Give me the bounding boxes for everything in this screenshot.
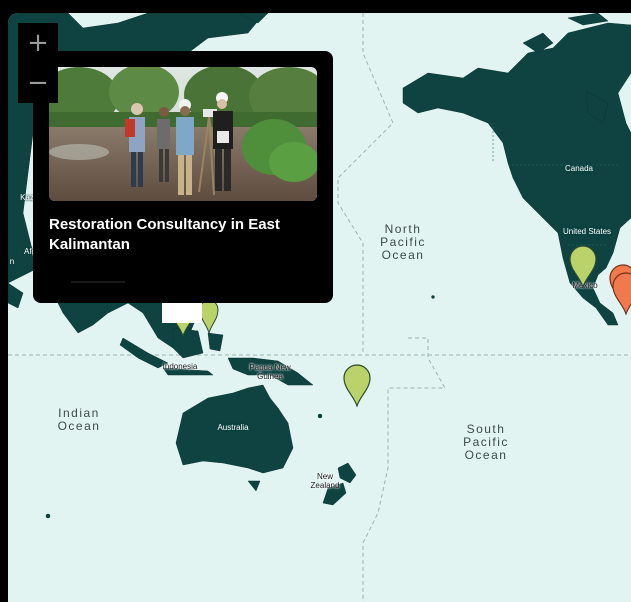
- map-marker-green[interactable]: [568, 244, 598, 288]
- country-label-indonesia: Indonesia: [162, 362, 198, 371]
- zoom-in-button[interactable]: +: [18, 23, 58, 63]
- country-label-australia: Australia: [217, 423, 249, 432]
- popup-tail: [162, 303, 202, 323]
- app-frame: North Pacific Ocean South Pacific Ocean …: [0, 0, 631, 602]
- ocean-label-south-pacific: South Pacific Ocean: [463, 422, 509, 462]
- country-label-united-states: United States: [562, 227, 612, 236]
- zoom-control: + −: [18, 23, 58, 103]
- popup-title[interactable]: Restoration Consultancy in East Kalimant…: [49, 215, 309, 255]
- field-survey-photo: [49, 67, 317, 201]
- ocean-label-north-pacific: North Pacific Ocean: [380, 222, 426, 262]
- country-label-n: n: [9, 257, 15, 266]
- zoom-out-button[interactable]: −: [18, 63, 58, 103]
- country-label-new-zealand: New Zealand: [310, 472, 340, 490]
- project-popup[interactable]: Restoration Consultancy in East Kalimant…: [33, 51, 333, 303]
- ocean-label-indian: Indian Ocean: [57, 406, 101, 433]
- country-label-papua-new-guinea: Papua New Guinea: [249, 363, 291, 381]
- country-label-canada: Canada: [564, 164, 594, 173]
- map-marker-green[interactable]: [342, 363, 372, 407]
- map-marker-orange[interactable]: [611, 271, 631, 315]
- popup-divider: [71, 281, 125, 283]
